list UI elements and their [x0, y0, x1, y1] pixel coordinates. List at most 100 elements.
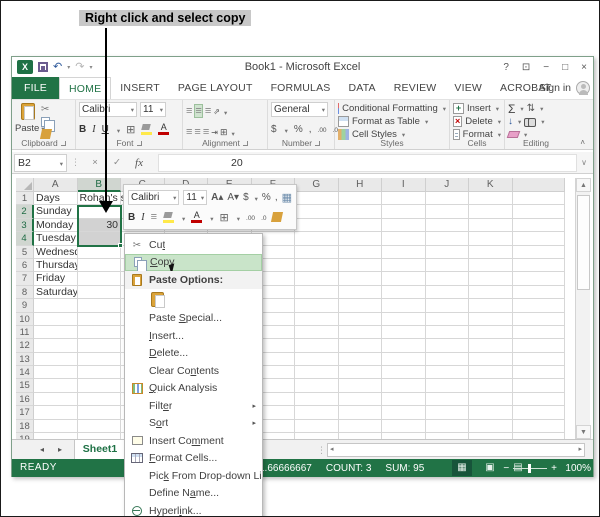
cell-A1[interactable]: Days	[34, 192, 78, 205]
indent-icon[interactable]: ⇥	[211, 128, 218, 137]
cell-J6[interactable]	[426, 259, 470, 272]
zoom-in-icon[interactable]: +	[551, 463, 557, 474]
clear-icon[interactable]	[507, 131, 521, 138]
scroll-down-icon[interactable]: ▼	[576, 425, 591, 439]
mini-align-center-icon[interactable]	[151, 211, 157, 223]
row-header-12[interactable]: 12	[16, 339, 34, 352]
zoom-slider-handle[interactable]	[528, 464, 531, 473]
number-dialog-launcher-icon[interactable]	[315, 141, 320, 146]
sheet-bar-splitter[interactable]: ⋮	[317, 440, 326, 460]
row-header-17[interactable]: 17	[16, 406, 34, 419]
cell-G4[interactable]	[295, 232, 339, 245]
cell-A18[interactable]	[34, 420, 78, 433]
mini-percent-icon[interactable]: %	[262, 192, 271, 203]
mini-increase-decimal-icon[interactable]	[246, 212, 255, 223]
help-icon[interactable]: ?	[503, 62, 509, 73]
qat-customize-icon[interactable]: ▾	[89, 64, 92, 71]
copy-icon[interactable]	[41, 117, 50, 127]
orientation-icon[interactable]: ⇗	[213, 107, 220, 116]
cell-H13[interactable]	[339, 353, 383, 366]
mini-comma-icon[interactable]: ,	[275, 192, 278, 203]
cell-J1[interactable]	[426, 192, 470, 205]
tab-view[interactable]: VIEW	[445, 77, 491, 99]
menu-item-paste-keep-source[interactable]	[125, 289, 262, 310]
number-format-select[interactable]: General	[271, 102, 328, 117]
cell-K11[interactable]	[469, 326, 513, 339]
align-top-icon[interactable]	[186, 105, 192, 117]
cell-A7[interactable]: Friday	[34, 272, 78, 285]
cell-H15[interactable]	[339, 379, 383, 392]
cell-A14[interactable]	[34, 366, 78, 379]
row-header-5[interactable]: 5	[16, 246, 34, 259]
cell-I2[interactable]	[382, 205, 426, 218]
cell-I10[interactable]	[382, 313, 426, 326]
cell-G16[interactable]	[295, 393, 339, 406]
underline-dropdown-icon[interactable]	[115, 120, 120, 138]
cell-H5[interactable]	[339, 246, 383, 259]
cell-K7[interactable]	[469, 272, 513, 285]
menu-item-clear-contents[interactable]: Clear Contents	[125, 362, 262, 380]
formula-input[interactable]: 20	[158, 154, 577, 172]
tab-insert[interactable]: INSERT	[111, 77, 169, 99]
zoom-out-icon[interactable]: −	[503, 463, 509, 474]
cell-B6[interactable]	[78, 259, 122, 272]
row-header-13[interactable]: 13	[16, 353, 34, 366]
currency-icon[interactable]: $	[271, 124, 277, 135]
menu-item-copy[interactable]: Copy	[125, 254, 262, 272]
cell-G13[interactable]	[295, 353, 339, 366]
cell-J7[interactable]	[426, 272, 470, 285]
enter-icon[interactable]: ✓	[106, 157, 128, 168]
clipboard-dialog-launcher-icon[interactable]	[61, 141, 66, 146]
cell-B14[interactable]	[78, 366, 122, 379]
cell-B16[interactable]	[78, 393, 122, 406]
column-header-A[interactable]: A	[34, 178, 78, 192]
cell-K12[interactable]	[469, 339, 513, 352]
cell-B4[interactable]	[78, 232, 122, 245]
cell-K14[interactable]	[469, 366, 513, 379]
vertical-scrollbar[interactable]: ▲ ▼	[575, 178, 590, 439]
cell-I17[interactable]	[382, 406, 426, 419]
row-header-16[interactable]: 16	[16, 393, 34, 406]
scroll-up-icon[interactable]: ▲	[576, 178, 591, 192]
cell-I16[interactable]	[382, 393, 426, 406]
cell-I4[interactable]	[382, 232, 426, 245]
cell-A9[interactable]	[34, 299, 78, 312]
cell-G12[interactable]	[295, 339, 339, 352]
align-bottom-icon[interactable]	[205, 105, 211, 117]
cell-B13[interactable]	[78, 353, 122, 366]
mini-grow-font-icon[interactable]: A▴	[211, 192, 223, 203]
cell-I13[interactable]	[382, 353, 426, 366]
cut-icon[interactable]	[41, 104, 67, 115]
format-as-table-button[interactable]: Format as Table	[338, 115, 446, 128]
cell-H9[interactable]	[339, 299, 383, 312]
cancel-icon[interactable]: ×	[84, 157, 106, 168]
cell-A11[interactable]	[34, 326, 78, 339]
column-header-K[interactable]: K	[469, 178, 513, 192]
sheet-next-icon[interactable]: ▸	[58, 440, 62, 460]
conditional-formatting-button[interactable]: Conditional Formatting	[338, 102, 446, 115]
cell-J10[interactable]	[426, 313, 470, 326]
redo-icon[interactable]: ↷	[75, 62, 84, 72]
row-header-10[interactable]: 10	[16, 313, 34, 326]
cell-G6[interactable]	[295, 259, 339, 272]
cell-I1[interactable]	[382, 192, 426, 205]
cell-K10[interactable]	[469, 313, 513, 326]
menu-item-delete[interactable]: Delete...	[125, 345, 262, 363]
cell-G14[interactable]	[295, 366, 339, 379]
increase-decimal-icon[interactable]	[318, 124, 327, 135]
cell-I11[interactable]	[382, 326, 426, 339]
menu-item-hyperlink[interactable]: Hyperlink...	[125, 502, 262, 517]
cell-K8[interactable]	[469, 286, 513, 299]
cell-I14[interactable]	[382, 366, 426, 379]
row-header-11[interactable]: 11	[16, 326, 34, 339]
cell-J9[interactable]	[426, 299, 470, 312]
cell-I12[interactable]	[382, 339, 426, 352]
cell-K16[interactable]	[469, 393, 513, 406]
mini-italic-button[interactable]: I	[141, 212, 144, 223]
cell-G15[interactable]	[295, 379, 339, 392]
cell-G5[interactable]	[295, 246, 339, 259]
cell-J18[interactable]	[426, 420, 470, 433]
cell-G17[interactable]	[295, 406, 339, 419]
cell-I3[interactable]	[382, 219, 426, 232]
row-header-4[interactable]: 4	[16, 232, 34, 245]
